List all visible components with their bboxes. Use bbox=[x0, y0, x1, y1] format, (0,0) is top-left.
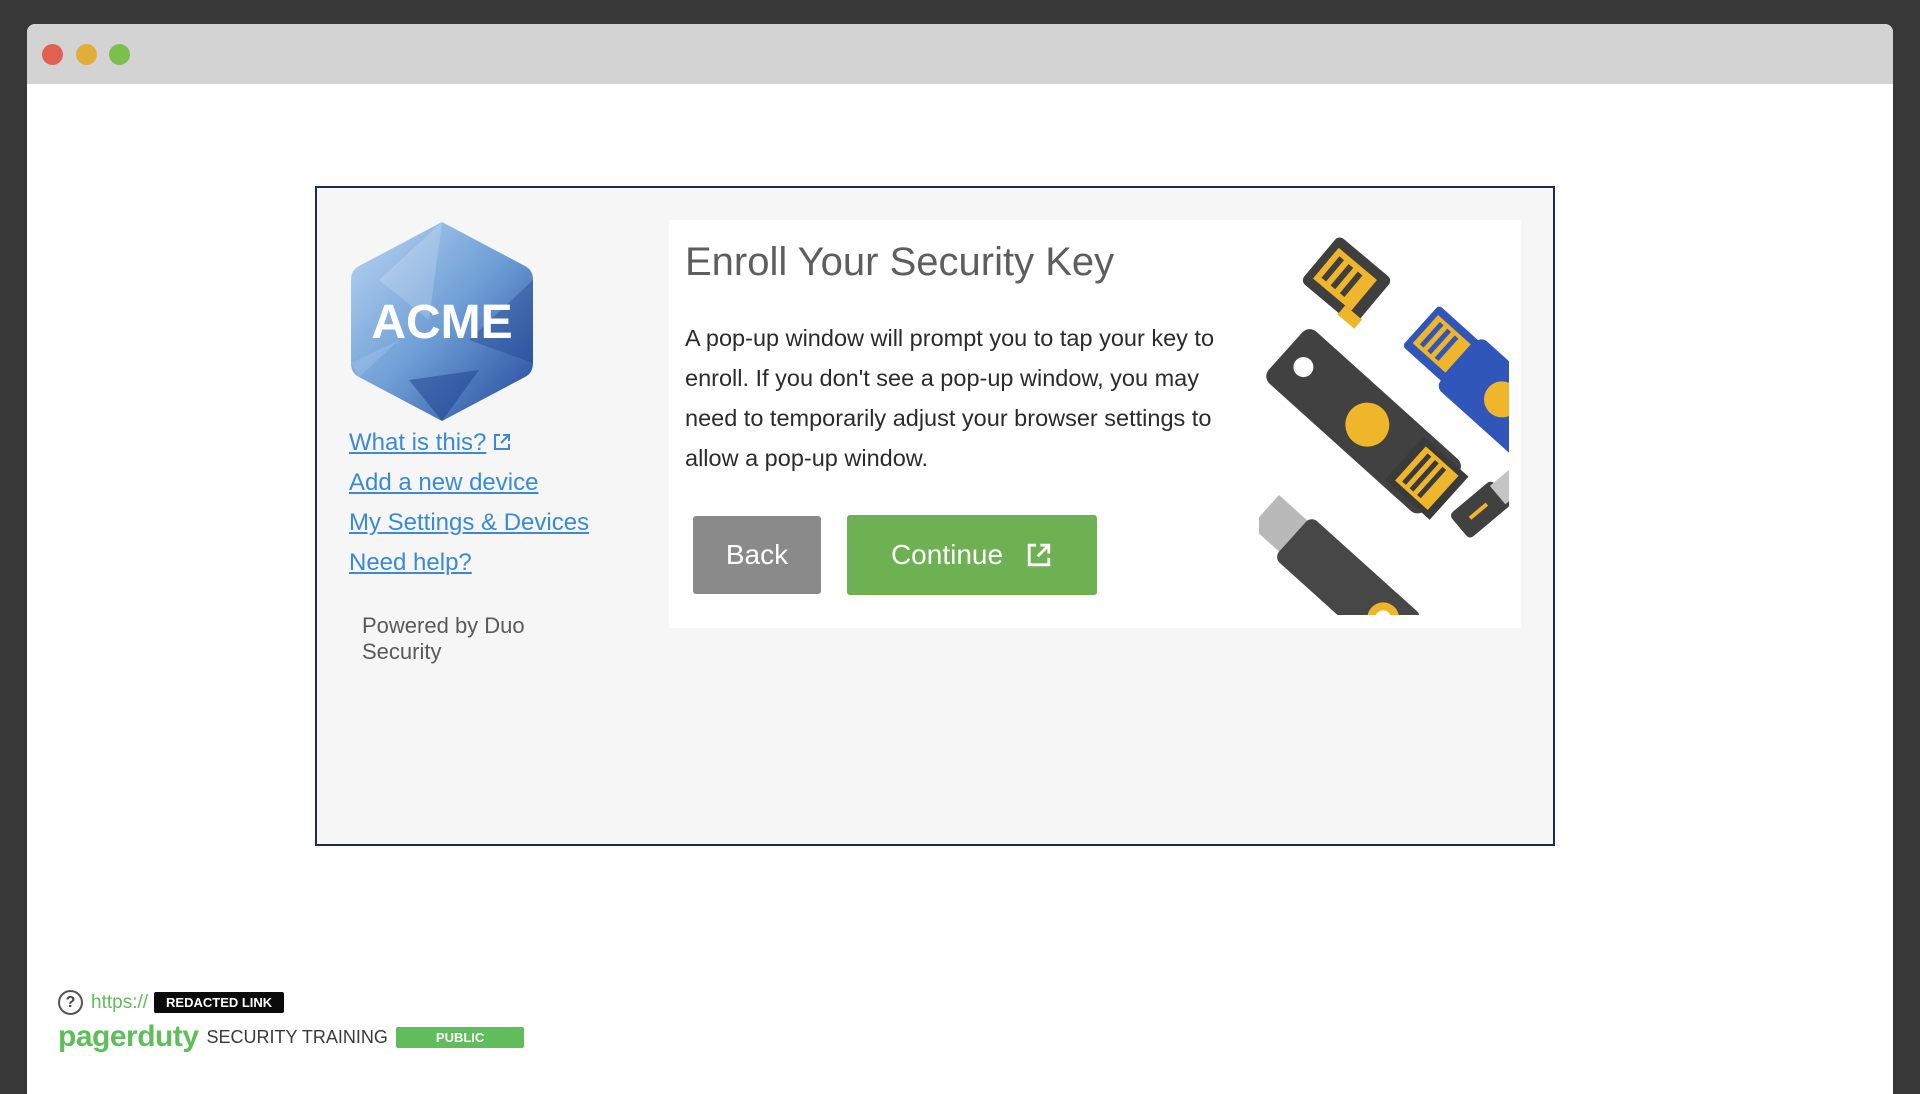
external-link-icon bbox=[1027, 543, 1051, 567]
continue-button[interactable]: Continue bbox=[847, 515, 1097, 595]
need-help-link[interactable]: Need help? bbox=[349, 543, 609, 583]
footer-url-row: ? https:// REDACTED LINK bbox=[58, 990, 285, 1015]
continue-button-label: Continue bbox=[890, 539, 1004, 570]
external-link-icon bbox=[494, 434, 511, 450]
maximize-window-button[interactable] bbox=[109, 44, 130, 65]
back-button[interactable]: Back bbox=[693, 516, 821, 594]
public-badge: PUBLIC bbox=[395, 1026, 525, 1048]
security-keys-illustration bbox=[1259, 237, 1509, 615]
url-prefix: https:// bbox=[91, 991, 149, 1013]
minimize-window-button[interactable] bbox=[76, 44, 97, 65]
duo-prompt-frame: ACME What is this? Add a new device My S… bbox=[315, 186, 1555, 846]
what-is-this-link[interactable]: What is this? bbox=[349, 423, 609, 463]
back-button-label: Back bbox=[725, 539, 789, 570]
title-bar bbox=[27, 24, 1893, 84]
security-training-label: SECURITY TRAINING bbox=[206, 1026, 388, 1047]
pagerduty-logo: pagerduty bbox=[58, 1020, 199, 1053]
settings-devices-link[interactable]: My Settings & Devices bbox=[349, 503, 609, 543]
add-device-link[interactable]: Add a new device bbox=[349, 463, 609, 503]
close-window-button[interactable] bbox=[42, 44, 63, 65]
powered-by-text: Powered by Duo Security bbox=[362, 613, 525, 664]
acme-logo: ACME bbox=[351, 222, 533, 421]
redacted-link-badge: REDACTED LINK bbox=[154, 992, 285, 1013]
instructions-text: A pop-up window will prompt you to tap y… bbox=[685, 325, 1215, 471]
svg-text:ACME: ACME bbox=[371, 296, 512, 349]
sidebar: ACME What is this? Add a new device My S… bbox=[349, 220, 609, 665]
sidebar-links: What is this? Add a new device My Settin… bbox=[349, 423, 609, 583]
enroll-panel: Enroll Your Security Key A pop-up window… bbox=[669, 220, 1521, 628]
help-icon[interactable]: ? bbox=[58, 990, 83, 1015]
footer-brand-row: pagerduty SECURITY TRAINING PUBLIC bbox=[58, 1020, 525, 1053]
page-title: Enroll Your Security Key bbox=[685, 240, 1115, 284]
footer: ? https:// REDACTED LINK pagerduty SECUR… bbox=[58, 990, 558, 1070]
